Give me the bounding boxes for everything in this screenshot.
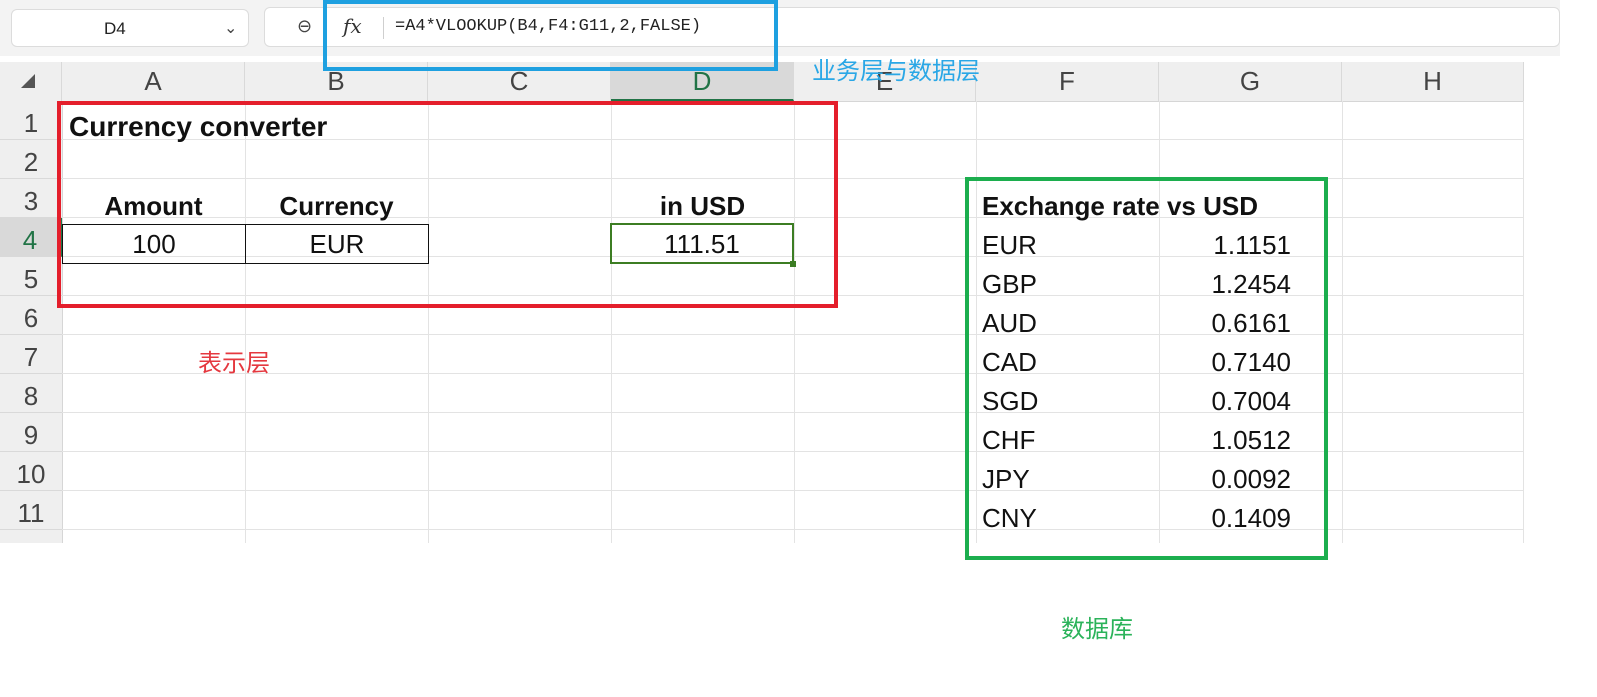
zoom-icon[interactable]: ⊖ [297, 16, 312, 37]
row-header-3[interactable]: 3 [0, 179, 62, 218]
presentation-layer-label: 表示层 [198, 349, 270, 377]
business-layer-highlight-box [323, 0, 778, 71]
row-header-7[interactable]: 7 [0, 335, 62, 374]
row-header-bar: 1 2 3 4 5 6 7 8 9 10 11 [0, 101, 63, 543]
business-data-layer-label: 业务层与数据层 [812, 57, 980, 85]
row-header-11[interactable]: 11 [0, 491, 62, 530]
column-header-a[interactable]: A [62, 62, 245, 101]
row-header-6[interactable]: 6 [0, 296, 62, 335]
row-header-10[interactable]: 10 [0, 452, 62, 491]
name-box-value: D4 [104, 19, 126, 38]
column-header-h[interactable]: H [1342, 62, 1524, 101]
row-header-5[interactable]: 5 [0, 257, 62, 296]
row-header-1[interactable]: 1 [0, 101, 62, 140]
row-header-4[interactable]: 4 [0, 218, 62, 257]
row-header-8[interactable]: 8 [0, 374, 62, 413]
row-header-9[interactable]: 9 [0, 413, 62, 452]
chevron-down-icon[interactable]: ⌄ [224, 18, 237, 38]
formula-bar-area: D4 ⌄ ⊖ fx =A4*VLOOKUP(B4,F4:G11,2,FALSE) [0, 0, 1560, 56]
column-header-g[interactable]: G [1159, 62, 1342, 101]
select-all-corner[interactable] [0, 62, 62, 101]
presentation-layer-highlight-box [57, 101, 838, 308]
select-all-icon [21, 74, 35, 88]
database-highlight-box [965, 177, 1328, 560]
row-header-2[interactable]: 2 [0, 140, 62, 179]
column-header-f[interactable]: F [976, 62, 1159, 101]
name-box[interactable]: D4 ⌄ [11, 9, 249, 47]
gridline [1523, 101, 1524, 543]
database-label: 数据库 [1061, 615, 1133, 643]
gridline [1342, 101, 1343, 543]
